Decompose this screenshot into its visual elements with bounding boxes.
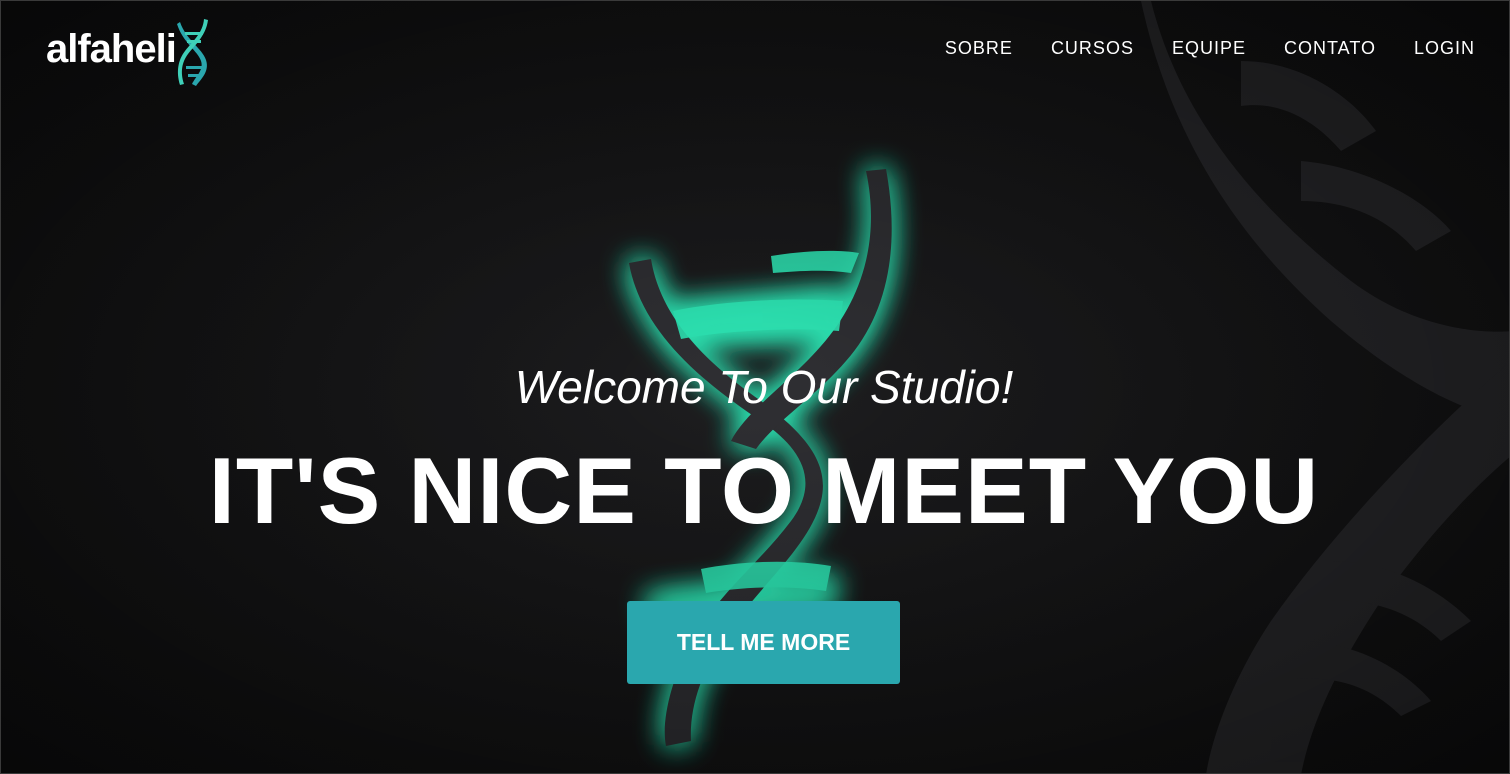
tell-me-more-button[interactable]: TELL ME MORE (627, 601, 900, 684)
page: alfaheli SOBRE CURSOS EQUIPE CONTATO LOG… (0, 0, 1510, 774)
hero-heading: IT'S NICE TO MEET YOU (208, 438, 1320, 543)
hero-subheading: Welcome To Our Studio! (514, 361, 1014, 413)
hero-section: Welcome To Our Studio! IT'S NICE TO MEET… (1, 1, 1509, 773)
